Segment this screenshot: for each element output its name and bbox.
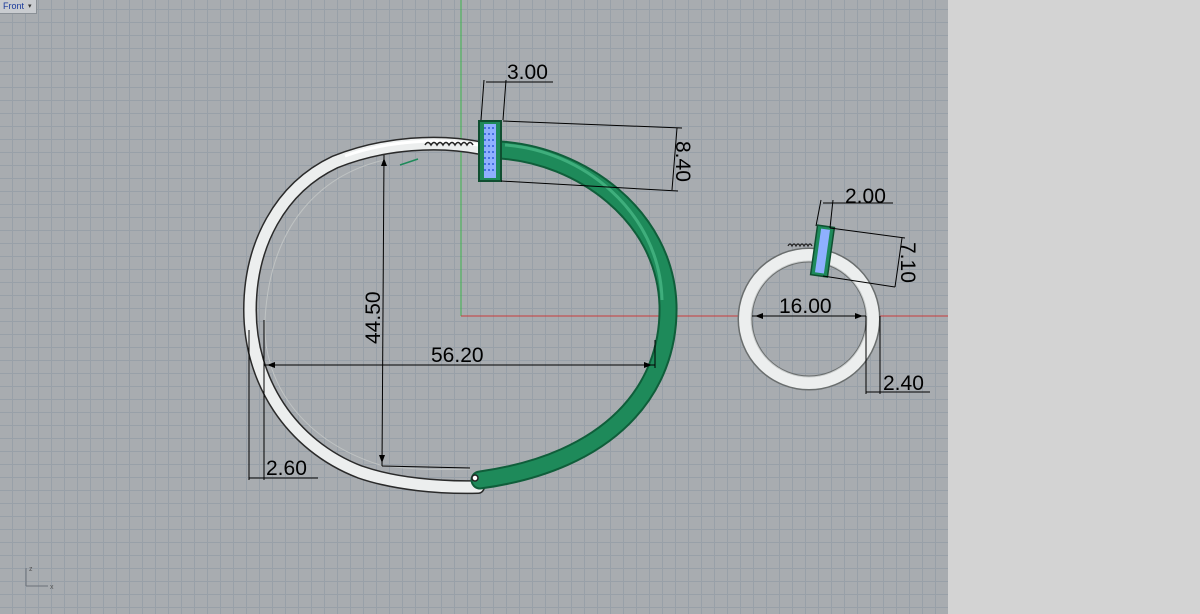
dimension-ring-clasp-width[interactable]: 2.00 (845, 185, 886, 208)
bangle-green-mark (399, 158, 419, 166)
axis-orientation-widget: z x (25, 566, 54, 591)
dimension-bangle-height[interactable]: 44.50 (362, 291, 385, 344)
dimension-clasp-height[interactable]: 8.40 (671, 141, 694, 182)
bangle-green-band (472, 142, 676, 488)
dimension-ring-diameter[interactable]: 16.00 (779, 295, 832, 318)
bangle-green-band-edge (470, 140, 678, 490)
axis-z-label: z (29, 566, 33, 573)
dimension-arrows (267, 158, 863, 463)
right-empty-panel (948, 0, 1200, 614)
axis-x-label: x (50, 584, 54, 591)
hinge-pin (471, 474, 479, 482)
ring-teeth (787, 243, 813, 248)
ring-metal (739, 249, 879, 389)
scene-canvas[interactable]: 3.00 8.40 44.50 56.20 2.60 2.00 7.10 16.… (0, 0, 948, 614)
dimension-bangle-width[interactable]: 56.20 (431, 344, 484, 367)
dimension-bangle-thickness[interactable]: 2.60 (266, 457, 307, 480)
dimension-ring-thickness[interactable]: 2.40 (883, 372, 924, 395)
dimension-ring-clasp-height[interactable]: 7.10 (896, 242, 919, 283)
bangle[interactable] (242, 120, 678, 495)
dimension-clasp-width[interactable]: 3.00 (507, 61, 548, 84)
dimension-lines (248, 79, 930, 480)
front-viewport[interactable]: Front ▾ 3.00 8.40 44.50 56.20 2.60 2.00 … (0, 0, 948, 614)
